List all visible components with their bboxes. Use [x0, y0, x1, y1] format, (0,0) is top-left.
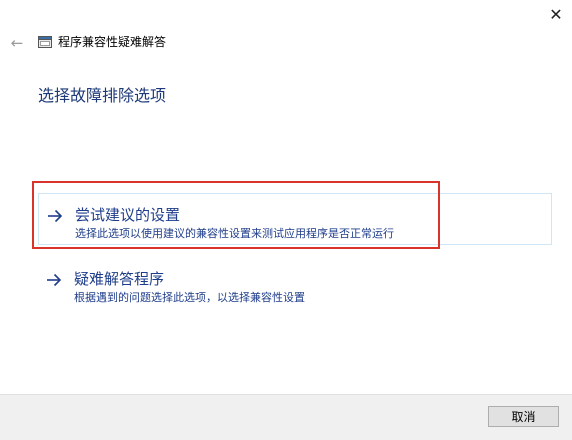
option-troubleshoot-program[interactable]: 疑难解答程序 根据遇到的问题选择此选项，以选择兼容性设置 — [38, 266, 552, 312]
close-icon: ✕ — [549, 4, 563, 24]
arrow-right-icon — [48, 209, 63, 223]
footer-bar: 取消 — [0, 394, 572, 440]
troubleshooter-window: ✕ ← 程序兼容性疑难解答 选择故障排除选项 尝试建议的设置 选择此选项以使用建… — [0, 0, 572, 440]
page-heading: 选择故障排除选项 — [38, 86, 167, 105]
option-title: 尝试建议的设置 — [75, 206, 181, 224]
option-title: 疑难解答程序 — [74, 270, 165, 288]
window-title: 程序兼容性疑难解答 — [58, 35, 167, 49]
cancel-button[interactable]: 取消 — [488, 406, 559, 427]
option-try-recommended-settings[interactable]: 尝试建议的设置 选择此选项以使用建议的兼容性设置来测试应用程序是否正常运行 — [38, 193, 552, 245]
compatibility-troubleshooter-icon — [38, 36, 52, 48]
arrow-right-icon — [47, 273, 62, 287]
option-description: 选择此选项以使用建议的兼容性设置来测试应用程序是否正常运行 — [75, 227, 394, 240]
back-button[interactable]: ← — [6, 34, 28, 52]
close-button[interactable]: ✕ — [540, 0, 572, 28]
option-description: 根据遇到的问题选择此选项，以选择兼容性设置 — [74, 291, 305, 304]
back-arrow-icon: ← — [10, 34, 24, 52]
